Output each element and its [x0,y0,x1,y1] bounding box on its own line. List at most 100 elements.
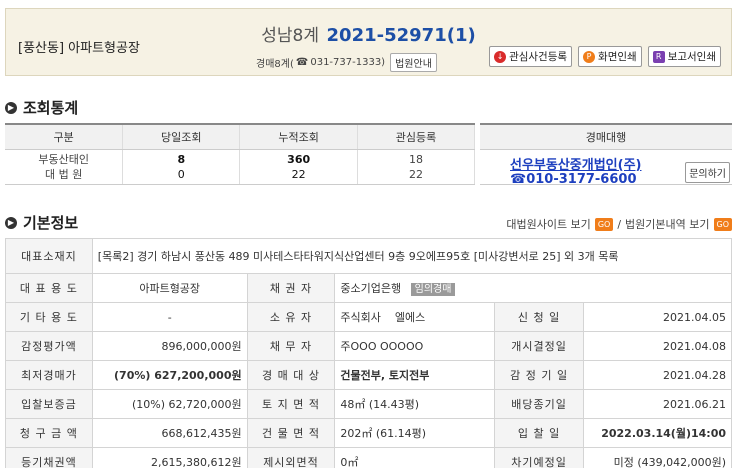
field-label: 소 유 자 [246,302,336,332]
supreme-court-link[interactable]: 대법원사이트 보기 [506,216,590,232]
field-label: 채 무 자 [246,331,336,361]
today-views: 0 [177,167,185,181]
field-label: 감정평가액 [5,331,93,361]
interest-count-cell: 18 22 [357,149,475,185]
table-row: 등기채권액 2,615,380,612원 제시외면적 0㎡ 차기예정일 미정 (… [5,447,733,468]
inquiry-button[interactable]: 문의하기 [685,162,730,183]
stats-section-title: ▶ 조회통계 [5,97,78,118]
field-label: 입 찰 일 [494,418,584,448]
screen-print-button[interactable]: P 화면인쇄 [578,46,642,67]
stats-label: 대 법 원 [45,167,83,181]
bid-date-value: 2022.03.14(월)14:00 [582,418,733,448]
stats-label-cell: 부동산태인 대 법 원 [5,149,124,185]
court-basic-link[interactable]: 법원기본내역 보기 [625,216,709,232]
interest-count: 22 [409,167,424,181]
agent-name-link[interactable]: 선우부동산중개법인(주) [510,154,641,173]
address-value: [목록2] 경기 하남시 풍산동 489 미사테스타타워지식산업센터 9층 9오… [91,238,733,274]
field-label: 경 매 대 상 [246,360,336,390]
phone-icon: ☎ [295,57,309,68]
field-label: 청 구 금 액 [5,418,93,448]
interest-count: 18 [409,152,424,166]
field-label: 차기예정일 [494,447,584,468]
field-value: 2021.04.08 [582,331,733,361]
today-views-cell: 8 0 [122,149,241,185]
chevron-right-icon: ▶ [5,216,17,229]
court-name: 성남8계 [261,26,320,46]
field-label: 최저경매가 [5,360,93,390]
go-badge[interactable]: GO [713,217,732,231]
court-dept: 경매8계( [256,59,294,70]
total-views: 22 [291,167,306,181]
stats-header: 당일조회 [122,123,241,150]
field-value: 0㎡ [334,447,496,468]
field-value: 896,000,000원 [91,331,248,361]
field-value: 주OOO OOOOO [334,331,496,361]
agent-phone: ☎010-3177-6600 [510,172,637,187]
field-label: 등기채권액 [5,447,93,468]
go-badge[interactable]: GO [594,217,614,231]
header-actions: ↓ 관심사건등록 P 화면인쇄 R 보고서인쇄 [489,46,721,67]
basic-info-table: 대표소재지 [목록2] 경기 하남시 풍산동 489 미사테스타타워지식산업센터… [5,238,733,468]
table-row: 감정평가액 896,000,000원 채 무 자 주OOO OOOOO 개시결정… [5,331,733,361]
field-label: 신 청 일 [494,302,584,332]
field-label: 제시외면적 [246,447,336,468]
stats-label: 부동산태인 [38,152,89,166]
report-print-label: 보고서인쇄 [667,51,716,63]
auction-agent-box: 경매대행 선우부동산중개법인(주) ☎010-3177-6600 문의하기 [480,123,732,187]
stats-header: 구분 [5,123,124,150]
court-contact: 경매8계( ☎ 031-737-1333) 법원안내 [256,53,437,72]
stats-title-text: 조회통계 [23,99,79,117]
case-number: 2021-52971(1) [326,25,476,46]
field-value: 2,615,380,612원 [91,447,248,468]
field-value: 중소기업은행 [340,282,402,295]
auction-type-badge: 임의경매 [410,283,456,296]
field-label: 개시결정일 [494,331,584,361]
field-value: 668,612,435원 [91,418,248,448]
address-label: 대표소재지 [5,238,93,274]
field-label: 대 표 용 도 [5,273,93,303]
table-row: 대표소재지 [목록2] 경기 하남시 풍산동 489 미사테스타타워지식산업센터… [5,238,733,274]
table-row: 부동산태인 대 법 원 8 0 360 22 18 22 [5,149,475,185]
report-icon: R [652,50,665,63]
stats-table: 구분 당일조회 누적조회 관심등록 부동산태인 대 법 원 8 0 360 22… [5,123,475,185]
table-row: 입찰보증금 (10%) 62,720,000원 토 지 면 적 48㎡ (14.… [5,389,733,419]
field-value: 2021.04.28 [582,360,733,390]
total-views: 360 [287,152,311,166]
field-value: 아파트형공장 [91,273,248,303]
table-row: 최저경매가 (70%) 627,200,000원 경 매 대 상 건물전부, 토… [5,360,733,390]
field-label: 토 지 면 적 [246,389,336,419]
field-value: 2021.04.05 [582,302,733,332]
link-separator: / [617,217,622,231]
field-label: 입찰보증금 [5,389,93,419]
table-row: 청 구 금 액 668,612,435원 건 물 면 적 202㎡ (61.14… [5,418,733,448]
creditor-cell: 중소기업은행 임의경매 [334,273,732,303]
field-value: 주식회사 엘에스 [334,302,496,332]
report-print-button[interactable]: R 보고서인쇄 [647,46,721,67]
screen-print-label: 화면인쇄 [598,51,637,63]
chevron-right-icon: ▶ [5,101,17,114]
agent-header: 경매대행 [480,125,732,150]
table-row: 기 타 용 도 - 소 유 자 주식회사 엘에스 신 청 일 2021.04.0… [5,302,733,332]
external-links: 대법원사이트 보기 GO / 법원기본내역 보기 GO [506,216,732,232]
print-icon: P [583,50,596,63]
stats-header: 누적조회 [239,123,359,150]
today-views: 8 [177,152,186,166]
field-value: 202㎡ (61.14평) [334,418,496,448]
field-value: 2021.06.21 [582,389,733,419]
case-title: 성남8계 2021-52971(1) [6,21,731,46]
field-label: 기 타 용 도 [5,302,93,332]
total-views-cell: 360 22 [239,149,359,185]
info-section-title: ▶ 기본정보 [5,212,78,233]
field-label: 건 물 면 적 [246,418,336,448]
table-row: 대 표 용 도 아파트형공장 채 권 자 중소기업은행 임의경매 [5,273,732,303]
court-phone: 031-737-1333) [310,57,386,68]
interest-register-label: 관심사건등록 [509,51,568,63]
field-value: - [91,302,248,332]
field-value: 48㎡ (14.43평) [334,389,496,419]
court-guide-button[interactable]: 법원안내 [390,53,437,72]
min-price-value: (70%) 627,200,000원 [91,360,248,390]
field-label: 감 정 기 일 [494,360,584,390]
field-label: 배당종기일 [494,389,584,419]
field-value: (10%) 62,720,000원 [91,389,248,419]
interest-register-button[interactable]: ↓ 관심사건등록 [489,46,573,67]
